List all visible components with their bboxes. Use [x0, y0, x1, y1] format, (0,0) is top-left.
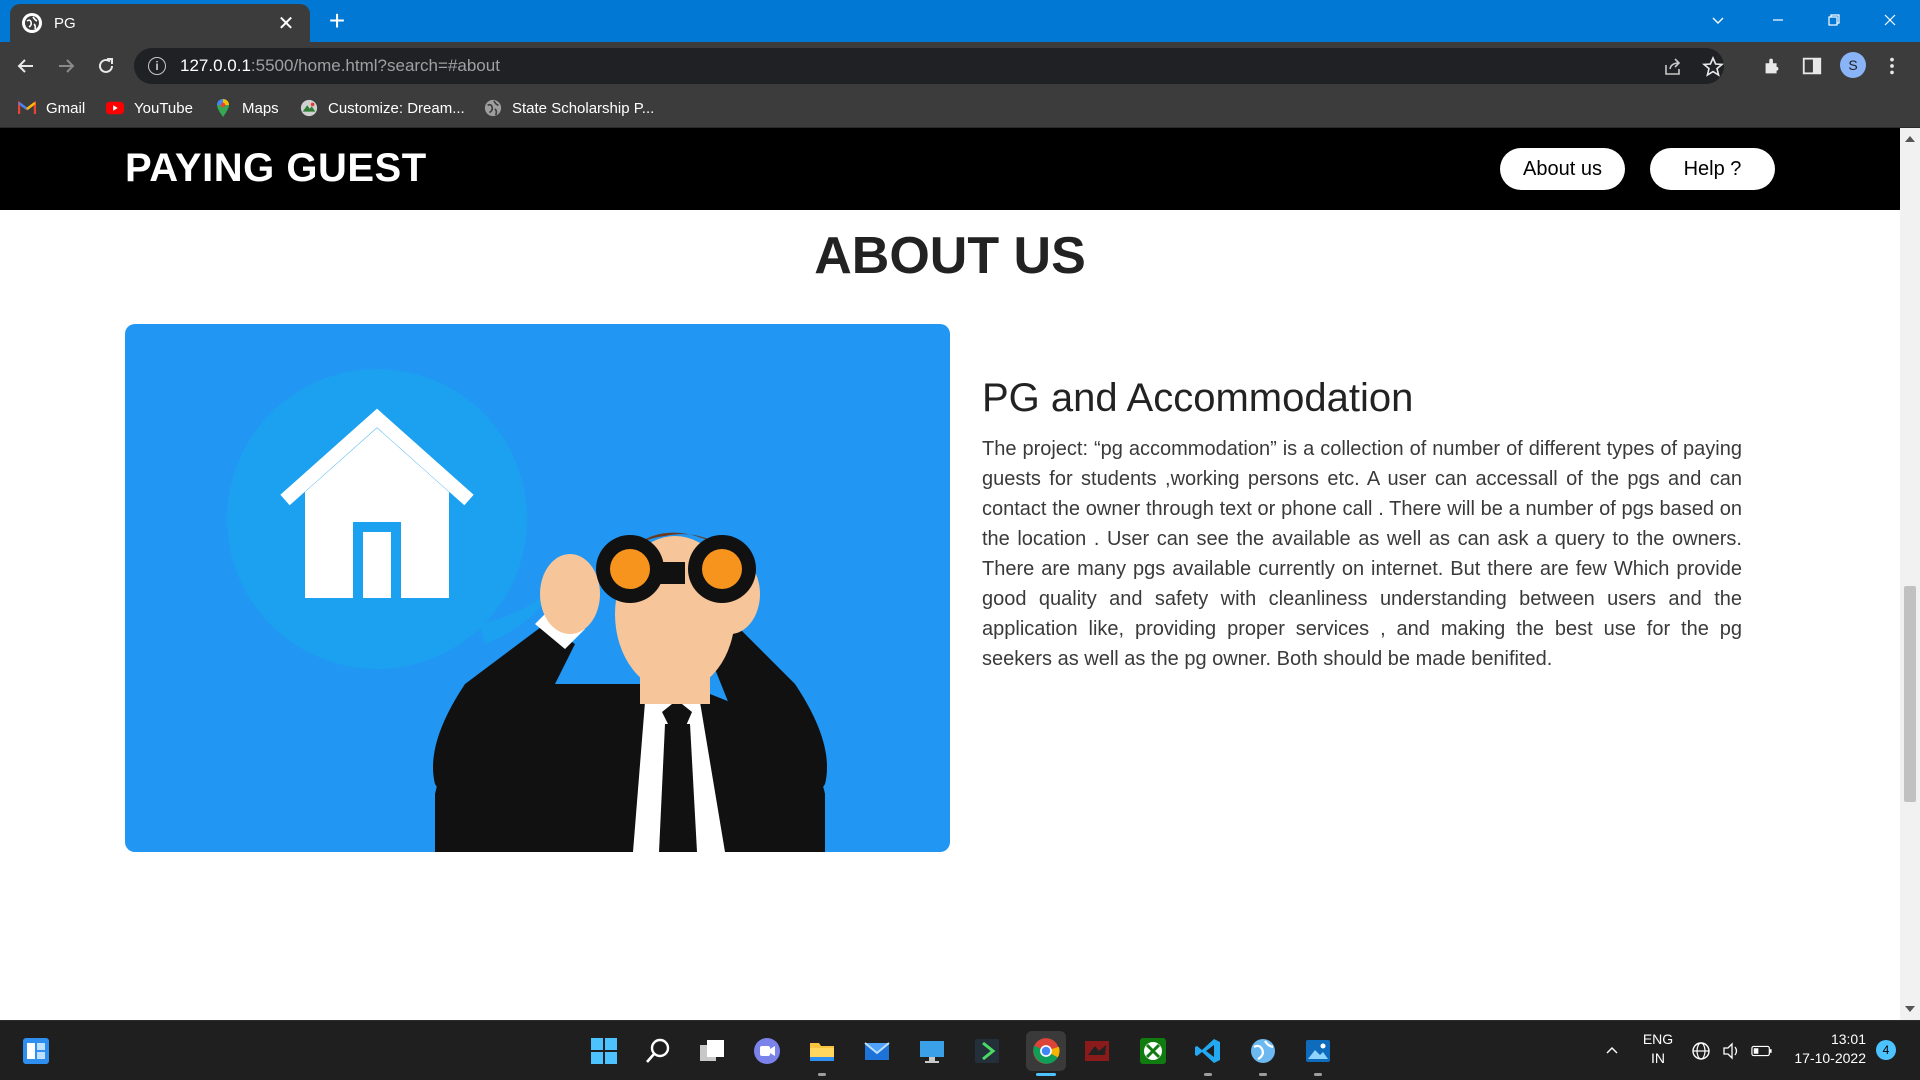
running-indicator — [1204, 1073, 1212, 1076]
bookmark-customize[interactable]: Customize: Dream... — [300, 90, 465, 126]
bookmark-gmail[interactable]: Gmail — [18, 90, 85, 126]
reload-icon[interactable] — [90, 50, 122, 82]
running-indicator — [818, 1073, 826, 1076]
bookmark-youtube[interactable]: YouTube — [106, 90, 193, 126]
scroll-up-icon[interactable] — [1905, 136, 1915, 142]
bookmark-state-scholarship[interactable]: State Scholarship P... — [484, 90, 654, 126]
xbox-icon[interactable] — [1137, 1035, 1169, 1067]
close-tab-icon[interactable]: ✕ — [274, 11, 298, 36]
back-icon[interactable] — [10, 50, 42, 82]
youtube-icon — [106, 99, 124, 117]
side-panel-icon[interactable] — [1800, 54, 1824, 78]
language-indicator[interactable]: ENG IN — [1640, 1031, 1676, 1066]
volume-icon[interactable] — [1720, 1035, 1742, 1067]
task-view-icon[interactable] — [696, 1035, 728, 1067]
file-explorer-icon[interactable] — [806, 1035, 838, 1067]
about-us-button[interactable]: About us — [1500, 148, 1625, 190]
bookmark-star-icon[interactable] — [1701, 55, 1725, 78]
battery-icon[interactable] — [1750, 1035, 1774, 1067]
vscode-icon[interactable] — [1192, 1035, 1224, 1067]
teams-chat-icon[interactable] — [751, 1035, 783, 1067]
share-icon[interactable] — [1662, 56, 1684, 78]
game-app-icon[interactable] — [1081, 1035, 1113, 1067]
maps-app-icon[interactable] — [1247, 1035, 1279, 1067]
forward-icon[interactable] — [50, 50, 82, 82]
binoculars-man-illustration — [227, 369, 827, 852]
site-info-icon[interactable]: i — [148, 57, 166, 75]
maps-icon — [214, 99, 232, 117]
photos-icon[interactable] — [1302, 1035, 1334, 1067]
address-bar[interactable]: i 127.0.0.1:5500/home.html?search=#about — [134, 48, 1725, 84]
page-viewport: PAYING GUEST About us Help ? ABOUT US PG… — [0, 128, 1900, 1020]
globe-icon — [484, 99, 502, 117]
bookmarks-bar: Gmail YouTube Maps Customize: Dream... S… — [0, 90, 1920, 128]
browser-tab-strip: PG ✕ + — [0, 0, 1920, 42]
customize-icon — [300, 99, 318, 117]
notification-badge[interactable]: 4 — [1876, 1040, 1896, 1060]
scrollbar-thumb[interactable] — [1904, 586, 1916, 802]
app-icon-green[interactable] — [971, 1035, 1003, 1067]
minimize-button[interactable] — [1750, 0, 1806, 40]
start-icon[interactable] — [588, 1035, 620, 1067]
gmail-icon — [18, 99, 36, 117]
new-tab-button[interactable]: + — [322, 6, 352, 36]
network-icon[interactable] — [1690, 1035, 1712, 1067]
about-heading: PG and Accommodation — [982, 376, 1414, 420]
url-text: 127.0.0.1:5500/home.html?search=#about — [180, 56, 500, 75]
about-illustration — [125, 324, 950, 852]
extensions-icon[interactable] — [1760, 54, 1784, 78]
page-scrollbar[interactable] — [1900, 128, 1920, 1020]
globe-icon — [22, 13, 42, 33]
search-icon[interactable] — [642, 1035, 674, 1067]
browser-tab[interactable]: PG ✕ — [10, 4, 310, 42]
site-navbar: PAYING GUEST About us Help ? — [0, 128, 1900, 210]
scroll-down-icon[interactable] — [1905, 1006, 1915, 1012]
site-brand[interactable]: PAYING GUEST — [125, 146, 427, 191]
active-indicator — [1036, 1073, 1056, 1076]
menu-kebab-icon[interactable] — [1880, 54, 1904, 78]
windows-taskbar: ENG IN 13:01 17-10-2022 — [0, 1020, 1920, 1080]
tab-title: PG — [54, 14, 76, 32]
browser-toolbar: i 127.0.0.1:5500/home.html?search=#about — [0, 42, 1920, 90]
mail-icon[interactable] — [861, 1035, 893, 1067]
clock[interactable]: 13:01 17-10-2022 — [1786, 1031, 1866, 1066]
remote-desktop-icon[interactable] — [916, 1035, 948, 1067]
widgets-icon[interactable] — [20, 1035, 52, 1067]
profile-avatar[interactable]: S — [1840, 52, 1866, 78]
bookmark-maps[interactable]: Maps — [214, 90, 279, 126]
tab-search-icon[interactable] — [1690, 0, 1746, 40]
help-button[interactable]: Help ? — [1650, 148, 1775, 190]
show-hidden-icons-icon[interactable] — [1596, 1035, 1628, 1067]
close-window-button[interactable] — [1862, 0, 1918, 40]
about-paragraph: The project: “pg accommodation” is a col… — [982, 438, 1742, 670]
running-indicator — [1314, 1073, 1322, 1076]
restore-button[interactable] — [1806, 0, 1862, 40]
section-title: ABOUT US — [814, 227, 1086, 285]
running-indicator — [1259, 1073, 1267, 1076]
chrome-icon[interactable] — [1026, 1031, 1066, 1071]
